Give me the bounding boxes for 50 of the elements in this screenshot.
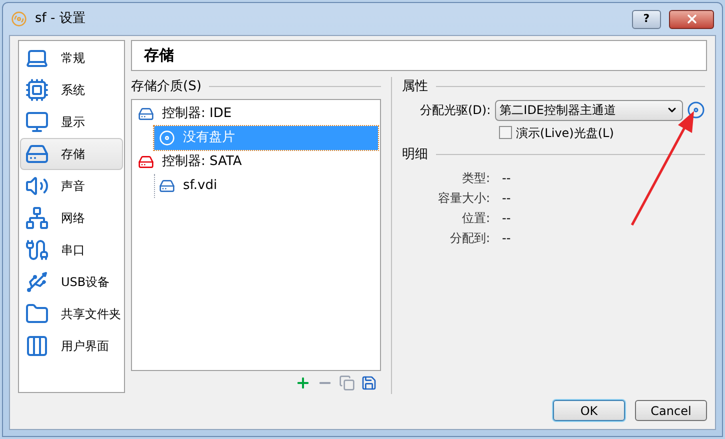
category-icon: [25, 302, 49, 326]
drive-dropdown[interactable]: 第二IDE控制器主通道: [494, 100, 683, 120]
tree-item[interactable]: sf.vdi: [154, 174, 378, 198]
section-heading: 属性: [402, 78, 428, 96]
section-heading: 存储介质(S): [131, 78, 202, 96]
page-header: 存储: [131, 40, 707, 71]
detail-label: 分配到:: [450, 230, 490, 247]
category-icon: [25, 270, 49, 294]
disc-icon: [159, 130, 175, 146]
sidebar-item[interactable]: 用户界面: [20, 330, 123, 362]
dialog-button[interactable]: OK: [553, 400, 625, 421]
disc-icon[interactable]: [687, 101, 705, 119]
detail-label: 位置:: [462, 210, 490, 227]
tree-item[interactable]: 控制器: IDE: [134, 102, 378, 126]
checkbox[interactable]: [499, 126, 512, 139]
sidebar-item[interactable]: 常规: [20, 42, 123, 74]
sidebar-item[interactable]: 共享文件夹: [20, 298, 123, 330]
checkbox-label: 演示(Live)光盘(L): [516, 124, 614, 142]
detail-value: --: [502, 230, 511, 247]
detail-value: --: [502, 190, 511, 207]
detail-label: 类型:: [462, 170, 490, 187]
category-icon: [25, 206, 49, 230]
field-label: 分配光驱(D):: [420, 102, 491, 119]
dialog-button[interactable]: Cancel: [635, 400, 707, 421]
sidebar-item[interactable]: 显示: [20, 106, 123, 138]
drive-icon: [138, 106, 154, 122]
section-heading: 明细: [402, 146, 428, 164]
sidebar-item[interactable]: 存储: [20, 138, 123, 170]
detail-value: --: [502, 170, 511, 187]
detail-label: 容量大小:: [438, 190, 490, 207]
category-icon: [25, 142, 49, 166]
category-icon: [25, 334, 49, 358]
sidebar-item[interactable]: 声音: [20, 170, 123, 202]
category-icon: [25, 174, 49, 198]
sidebar-item[interactable]: 串口: [20, 234, 123, 266]
tree-item[interactable]: 控制器: SATA: [134, 150, 378, 174]
sidebar-item[interactable]: 网络: [20, 202, 123, 234]
category-icon: [25, 78, 49, 102]
detail-value: --: [502, 210, 511, 227]
category-icon: [25, 110, 49, 134]
drive-icon: [138, 154, 154, 170]
category-icon: [25, 238, 49, 262]
close-icon: [684, 12, 698, 26]
help-button[interactable]: ?: [632, 10, 661, 28]
close-button[interactable]: [669, 10, 714, 28]
drive-icon: [159, 178, 175, 194]
window-title: sf - 设置: [35, 10, 86, 28]
add-icon[interactable]: [295, 374, 311, 390]
sidebar-item[interactable]: USB设备: [20, 266, 123, 298]
sidebar-item[interactable]: 系统: [20, 74, 123, 106]
